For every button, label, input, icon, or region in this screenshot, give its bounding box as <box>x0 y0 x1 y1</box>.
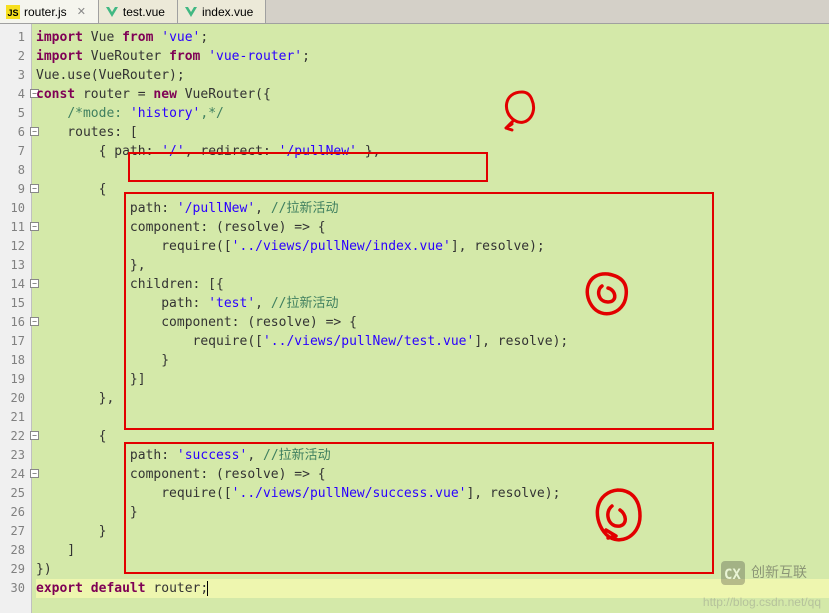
line-number: 14− <box>0 275 31 294</box>
line-number: 5 <box>0 104 31 123</box>
svg-text:创新互联: 创新互联 <box>751 564 807 580</box>
line-number: 6− <box>0 123 31 142</box>
close-icon[interactable]: ✕ <box>77 5 86 18</box>
code-line[interactable]: import VueRouter from 'vue-router'; <box>36 47 829 66</box>
code-line[interactable]: }) <box>36 560 829 579</box>
code-line[interactable]: routes: [ <box>36 123 829 142</box>
tab-label: index.vue <box>202 5 253 19</box>
line-number: 12 <box>0 237 31 256</box>
vue-icon <box>105 5 119 19</box>
code-line[interactable]: } <box>36 522 829 541</box>
vue-icon <box>184 5 198 19</box>
code-line[interactable]: { <box>36 180 829 199</box>
code-line[interactable]: path: '/pullNew', //拉新活动 <box>36 199 829 218</box>
code-line[interactable]: path: 'success', //拉新活动 <box>36 446 829 465</box>
line-number: 27 <box>0 522 31 541</box>
editor-tabs: JS router.js ✕ test.vue index.vue <box>0 0 829 24</box>
code-line[interactable]: import Vue from 'vue'; <box>36 28 829 47</box>
code-line[interactable]: } <box>36 503 829 522</box>
code-line[interactable]: }, <box>36 389 829 408</box>
tab-index-vue[interactable]: index.vue <box>178 0 266 23</box>
line-number: 7 <box>0 142 31 161</box>
line-number: 16− <box>0 313 31 332</box>
code-line[interactable]: require(['../views/pullNew/test.vue'], r… <box>36 332 829 351</box>
tab-label: router.js <box>24 5 67 19</box>
code-line[interactable]: ] <box>36 541 829 560</box>
code-line[interactable] <box>36 161 829 180</box>
code-line[interactable]: }, <box>36 256 829 275</box>
code-line[interactable] <box>36 408 829 427</box>
line-number: 13 <box>0 256 31 275</box>
line-number: 17 <box>0 332 31 351</box>
js-icon: JS <box>6 5 20 19</box>
code-line[interactable]: require(['../views/pullNew/index.vue'], … <box>36 237 829 256</box>
tab-router-js[interactable]: JS router.js ✕ <box>0 0 99 23</box>
line-number: 11− <box>0 218 31 237</box>
code-line[interactable]: component: (resolve) => { <box>36 313 829 332</box>
tab-test-vue[interactable]: test.vue <box>99 0 178 23</box>
line-number: 10 <box>0 199 31 218</box>
watermark-url: http://blog.csdn.net/qq <box>703 595 821 609</box>
code-line[interactable]: Vue.use(VueRouter); <box>36 66 829 85</box>
code-line[interactable]: path: 'test', //拉新活动 <box>36 294 829 313</box>
line-number: 3 <box>0 66 31 85</box>
code-line[interactable]: { path: '/', redirect: '/pullNew' }, <box>36 142 829 161</box>
line-number: 9− <box>0 180 31 199</box>
line-number: 25 <box>0 484 31 503</box>
svg-text:JS: JS <box>7 8 18 18</box>
line-number: 23 <box>0 446 31 465</box>
line-number: 1 <box>0 28 31 47</box>
line-number: 4− <box>0 85 31 104</box>
code-line[interactable]: } <box>36 351 829 370</box>
line-number: 22− <box>0 427 31 446</box>
code-line[interactable]: require(['../views/pullNew/success.vue']… <box>36 484 829 503</box>
line-number: 2 <box>0 47 31 66</box>
code-line[interactable]: component: (resolve) => { <box>36 218 829 237</box>
code-line[interactable]: component: (resolve) => { <box>36 465 829 484</box>
svg-text:CX: CX <box>724 567 741 583</box>
line-number: 18 <box>0 351 31 370</box>
tab-label: test.vue <box>123 5 165 19</box>
line-number: 8 <box>0 161 31 180</box>
code-line[interactable]: }] <box>36 370 829 389</box>
code-line[interactable]: const router = new VueRouter({ <box>36 85 829 104</box>
code-line[interactable]: { <box>36 427 829 446</box>
watermark-logo: CX 创新互联 <box>721 559 821 591</box>
code-content[interactable]: import Vue from 'vue';import VueRouter f… <box>32 24 829 613</box>
code-line[interactable]: /*mode: 'history',*/ <box>36 104 829 123</box>
line-number: 28 <box>0 541 31 560</box>
line-number: 26 <box>0 503 31 522</box>
line-number: 15 <box>0 294 31 313</box>
line-number: 21 <box>0 408 31 427</box>
line-gutter: 1234−56−789−1011−121314−1516−17181920212… <box>0 24 32 613</box>
line-number: 20 <box>0 389 31 408</box>
line-number: 19 <box>0 370 31 389</box>
line-number: 24− <box>0 465 31 484</box>
line-number: 29 <box>0 560 31 579</box>
line-number: 30 <box>0 579 31 598</box>
editor-area: 1234−56−789−1011−121314−1516−17181920212… <box>0 24 829 613</box>
code-line[interactable]: children: [{ <box>36 275 829 294</box>
